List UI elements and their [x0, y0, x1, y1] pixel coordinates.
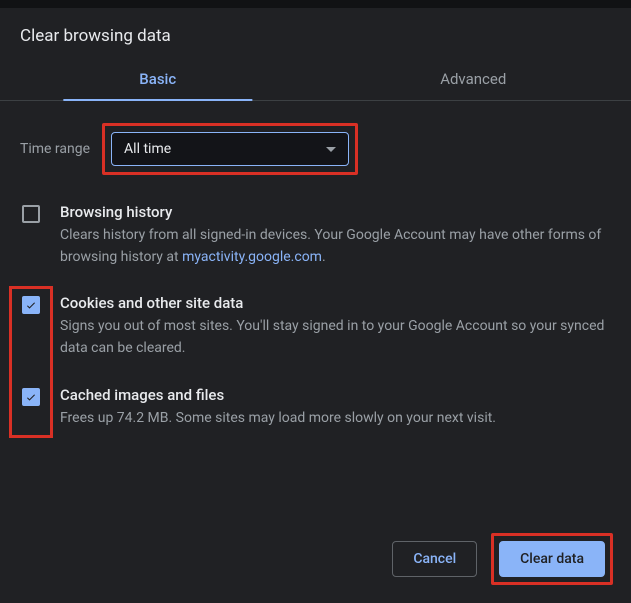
clear-data-button[interactable]: Clear data: [499, 541, 605, 577]
dialog-title: Clear browsing data: [0, 8, 631, 60]
time-range-select[interactable]: All time: [111, 132, 349, 166]
chevron-down-icon: [326, 147, 336, 152]
option-cache: Cached images and files Frees up 74.2 MB…: [20, 386, 611, 430]
option-title: Browsing history: [60, 203, 611, 221]
time-range-label: Time range: [20, 141, 90, 157]
option-cookies: Cookies and other site data Signs you ou…: [20, 294, 611, 359]
cancel-button[interactable]: Cancel: [392, 541, 477, 577]
option-desc: Signs you out of most sites. You'll stay…: [60, 316, 611, 359]
option-browsing-history: Browsing history Clears history from all…: [20, 203, 611, 268]
checkbox-cookies[interactable]: [22, 296, 40, 314]
tab-advanced[interactable]: Advanced: [316, 60, 631, 100]
tabs: Basic Advanced: [0, 60, 631, 101]
myactivity-link[interactable]: myactivity.google.com: [182, 249, 322, 265]
checkbox-browsing-history[interactable]: [22, 205, 40, 223]
tab-basic[interactable]: Basic: [0, 60, 316, 100]
clear-browsing-data-dialog: Clear browsing data Basic Advanced Time …: [0, 8, 631, 429]
option-desc: Clears history from all signed-in device…: [60, 225, 611, 268]
option-title: Cookies and other site data: [60, 294, 611, 312]
option-title: Cached images and files: [60, 386, 611, 404]
option-desc: Frees up 74.2 MB. Some sites may load mo…: [60, 408, 611, 430]
checkbox-cache[interactable]: [22, 388, 40, 406]
time-range-value: All time: [124, 141, 171, 157]
